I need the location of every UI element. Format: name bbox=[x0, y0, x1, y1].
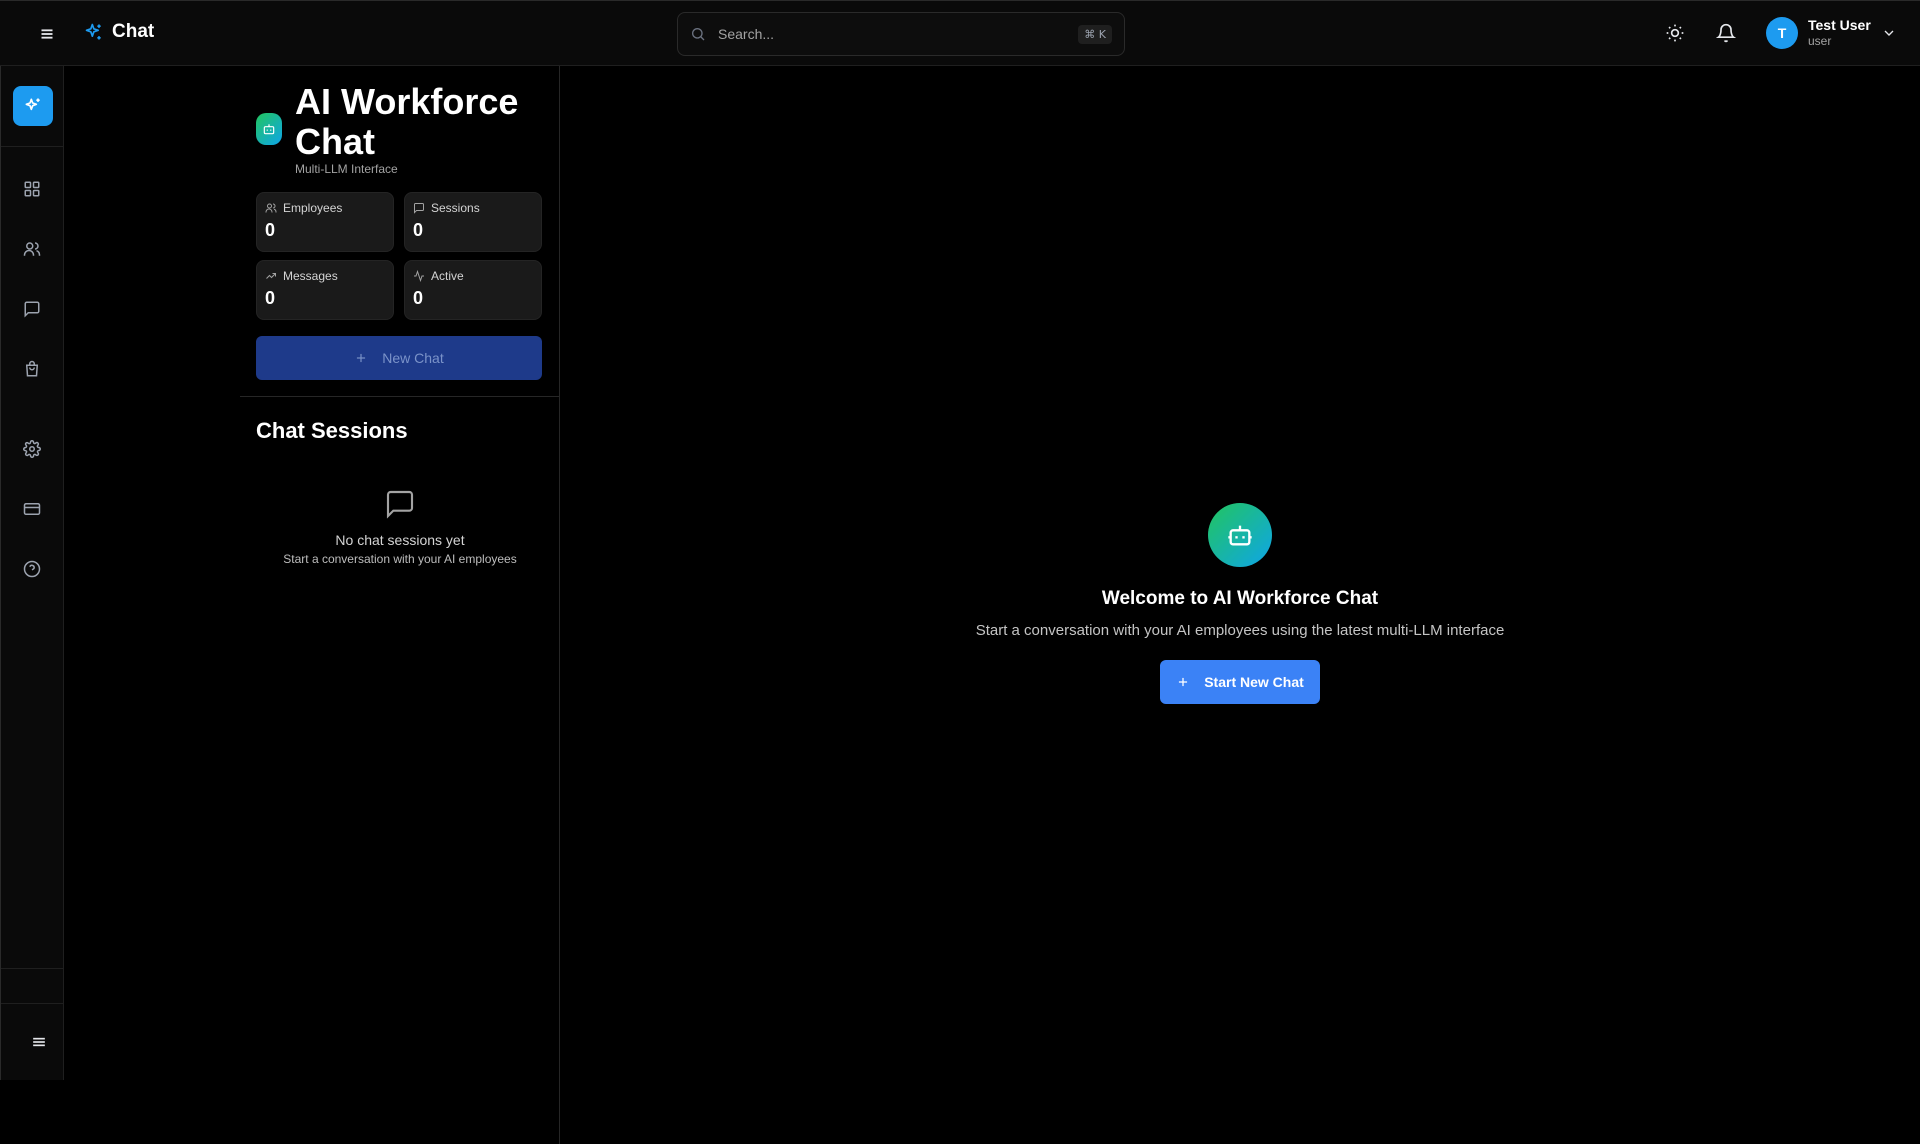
message-icon bbox=[413, 202, 425, 214]
message-icon[interactable] bbox=[23, 300, 43, 320]
plus-icon bbox=[1176, 675, 1190, 689]
plus-icon bbox=[354, 351, 368, 365]
panel-divider bbox=[240, 396, 559, 397]
stat-card-active: Active 0 bbox=[404, 260, 542, 320]
brand[interactable]: Chat bbox=[84, 21, 154, 43]
start-new-chat-label: Start New Chat bbox=[1204, 674, 1304, 690]
brand-title: Chat bbox=[112, 21, 155, 42]
rail-divider bbox=[1, 968, 64, 969]
stat-card-employees: Employees 0 bbox=[256, 192, 394, 252]
chat-sparkle-icon bbox=[23, 96, 43, 116]
stat-value: 0 bbox=[265, 288, 276, 308]
new-chat-label: New Chat bbox=[382, 350, 444, 366]
stat-label: Employees bbox=[283, 201, 343, 215]
bot-icon bbox=[1208, 503, 1272, 567]
sessions-heading: Chat Sessions bbox=[256, 418, 408, 443]
dashboard-icon[interactable] bbox=[23, 180, 43, 200]
menu-icon[interactable] bbox=[36, 23, 58, 45]
rail-divider bbox=[1, 1003, 64, 1004]
help-icon[interactable] bbox=[23, 560, 43, 580]
rail-divider bbox=[1, 146, 64, 147]
stat-label: Messages bbox=[283, 269, 338, 283]
page-title: AI Workforce Chat bbox=[295, 81, 519, 162]
rail-chat-button[interactable] bbox=[13, 86, 53, 126]
activity-icon bbox=[413, 270, 425, 282]
left-rail bbox=[0, 66, 64, 1080]
page-subtitle: Multi-LLM Interface bbox=[295, 162, 398, 176]
settings-icon[interactable] bbox=[23, 440, 43, 460]
collapse-menu-icon[interactable] bbox=[29, 1032, 49, 1052]
stat-card-sessions: Sessions 0 bbox=[404, 192, 542, 252]
start-new-chat-button[interactable]: Start New Chat bbox=[1160, 660, 1320, 704]
empty-state-subtitle: Start a conversation with your AI employ… bbox=[283, 552, 517, 566]
stat-label: Active bbox=[431, 269, 464, 283]
welcome-title: Welcome to AI Workforce Chat bbox=[1101, 588, 1379, 609]
sparkles-icon bbox=[84, 22, 104, 42]
welcome-area: Welcome to AI Workforce Chat Start a con… bbox=[560, 0, 1920, 1144]
users-icon bbox=[265, 202, 277, 214]
empty-state-title: No chat sessions yet bbox=[335, 532, 465, 548]
new-chat-button[interactable]: New Chat bbox=[256, 336, 542, 380]
trending-up-icon bbox=[265, 270, 277, 282]
stat-value: 0 bbox=[265, 220, 276, 240]
shopping-bag-icon[interactable] bbox=[23, 360, 43, 380]
stat-value: 0 bbox=[413, 288, 424, 308]
chat-sidebar: AI Workforce Chat Multi-LLM Interface Em… bbox=[240, 66, 560, 1144]
credit-card-icon[interactable] bbox=[23, 500, 43, 520]
stat-card-messages: Messages 0 bbox=[256, 260, 394, 320]
stat-value: 0 bbox=[413, 220, 424, 240]
users-icon[interactable] bbox=[23, 240, 43, 260]
message-square-icon bbox=[384, 488, 416, 520]
stat-label: Sessions bbox=[431, 201, 480, 215]
bot-icon bbox=[256, 113, 282, 145]
welcome-subtitle: Start a conversation with your AI employ… bbox=[975, 622, 1505, 639]
